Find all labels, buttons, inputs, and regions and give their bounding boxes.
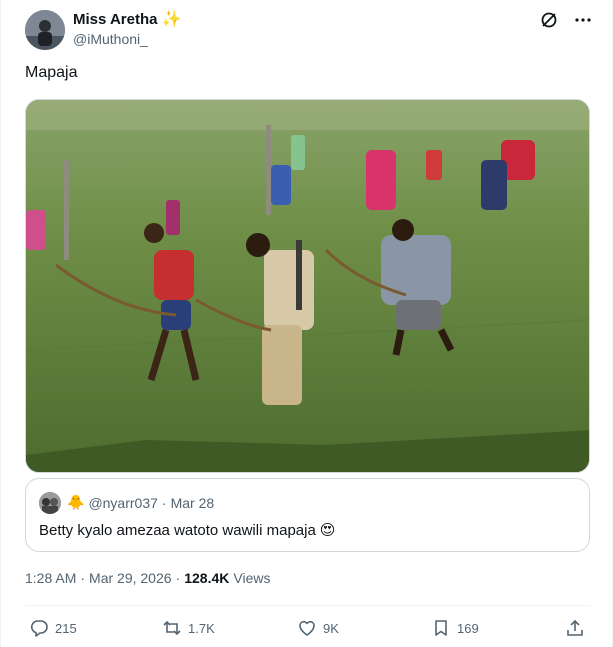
bookmark-icon <box>435 620 447 636</box>
bookmark-count: 169 <box>457 620 479 636</box>
more-icon[interactable] <box>573 10 593 30</box>
quote-avatar[interactable] <box>39 492 61 514</box>
header-actions <box>539 10 593 30</box>
quoted-tweet[interactable]: 🐥 @nyarr037 · Mar 28 Betty kyalo amezaa … <box>25 478 590 552</box>
bookmark-button[interactable]: 169 <box>431 618 479 638</box>
quote-handle[interactable]: @nyarr037 <box>88 495 157 511</box>
tweet-meta: 1:28 AM · Mar 29, 2026 · 128.4K Views <box>25 570 270 586</box>
photo-archers-in-field <box>26 100 589 472</box>
tweet-header: Miss Aretha ✨ @iMuthoni_ <box>25 10 593 50</box>
tweet-card: Miss Aretha ✨ @iMuthoni_ Mapaja 🐥 @nyarr… <box>0 0 613 647</box>
tweet-text: Mapaja <box>25 64 78 81</box>
reply-count: 215 <box>55 620 77 636</box>
reply-icon <box>30 620 48 637</box>
quote-meta: 🐥 @nyarr037 · Mar 28 <box>67 494 214 511</box>
heart-icon <box>299 620 315 636</box>
reply-button[interactable]: 215 <box>29 618 77 638</box>
views-count: 128.4K <box>184 570 230 586</box>
user-handle[interactable]: @iMuthoni_ <box>73 31 148 47</box>
share-icon <box>567 619 583 636</box>
quote-body: Betty kyalo amezaa watoto wawili mapaja <box>39 521 316 539</box>
sparkles-icon: ✨ <box>161 10 182 28</box>
grok-icon[interactable] <box>539 10 559 30</box>
views-label: Views <box>233 570 271 586</box>
meta-separator: · <box>80 570 86 586</box>
share-button[interactable] <box>565 618 585 638</box>
tweet-time[interactable]: 1:28 AM <box>25 570 76 586</box>
repost-icon <box>163 620 181 636</box>
chick-emoji: 🐥 <box>67 494 85 510</box>
repost-count: 1.7K <box>188 620 215 636</box>
like-count: 9K <box>323 620 339 636</box>
quote-text: Betty kyalo amezaa watoto wawili mapaja … <box>39 521 336 540</box>
action-bar: 215 1.7K 9K 169 <box>25 618 590 644</box>
tweet-photo[interactable] <box>25 99 590 473</box>
quote-date[interactable]: Mar 28 <box>171 495 215 511</box>
like-button[interactable]: 9K <box>297 618 339 638</box>
quote-separator: · <box>161 494 167 511</box>
tweet-date[interactable]: Mar 29, 2026 <box>89 570 172 586</box>
repost-button[interactable]: 1.7K <box>162 618 215 638</box>
meta-separator-2: · <box>175 570 181 586</box>
avatar[interactable] <box>25 10 65 50</box>
heart-eyes-emoji: 😍 <box>319 522 336 539</box>
display-name[interactable]: Miss Aretha <box>73 11 157 28</box>
name-row: Miss Aretha ✨ <box>73 11 181 28</box>
divider <box>25 605 590 606</box>
